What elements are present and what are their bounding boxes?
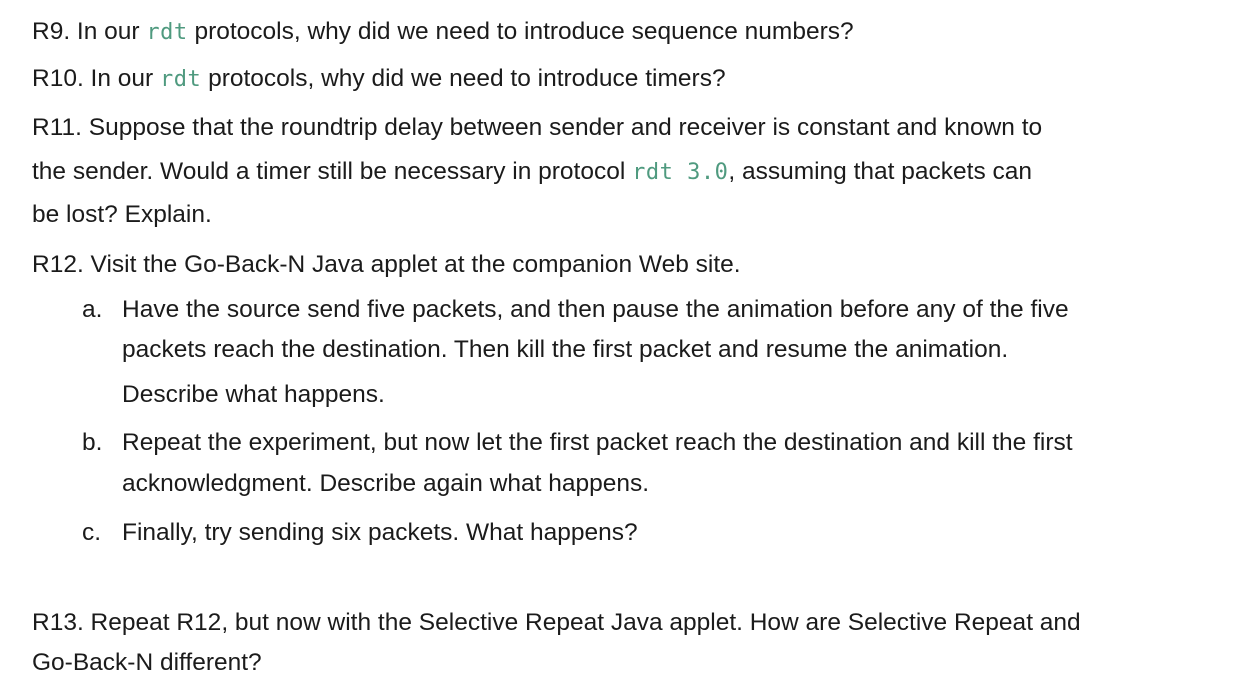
list-item-a-line-2: packets reach the destination. Then kill… [122, 336, 1009, 363]
question-r11-line-2-suffix: , assuming that packets can [728, 158, 1033, 185]
question-r13-line-1: R13. Repeat R12, but now with the Select… [32, 609, 1081, 636]
rdt-code: rdt [160, 67, 202, 92]
question-r12-intro: R12. Visit the Go-Back-N Java applet at … [32, 251, 741, 278]
list-marker-a: a. [82, 296, 103, 323]
list-item-b-line-1: Repeat the experiment, but now let the f… [122, 429, 1073, 456]
list-marker-c: c. [82, 519, 102, 546]
list-item-b-line-2: acknowledgment. Describe again what happ… [122, 470, 650, 497]
question-r11-line-2-prefix: the sender. Would a timer still be neces… [32, 158, 633, 185]
question-r11-line-3: be lost? Explain. [32, 201, 212, 228]
question-r9-prefix: R9. In our [32, 18, 147, 45]
question-r10: R10. In our rdt protocols, why did we ne… [32, 65, 726, 92]
rdt-3-0-code: rdt 3.0 [632, 160, 729, 185]
question-r10-text: protocols, why did we need to introduce … [201, 65, 726, 92]
list-item-a-line-1: Have the source send five packets, and t… [122, 296, 1069, 323]
question-r11-line-2: the sender. Would a timer still be neces… [32, 158, 1033, 185]
question-r10-prefix: R10. In our [32, 65, 161, 92]
question-r9: R9. In our rdt protocols, why did we nee… [32, 18, 854, 45]
rdt-code: rdt [146, 20, 188, 45]
question-r9-text: protocols, why did we need to introduce … [187, 18, 854, 45]
list-marker-b: b. [82, 429, 103, 456]
list-item-c-line-1: Finally, try sending six packets. What h… [122, 519, 638, 546]
question-r13-line-2: Go-Back-N different? [32, 649, 262, 676]
list-item-a-line-3: Describe what happens. [122, 381, 385, 408]
question-r11-line-1: R11. Suppose that the roundtrip delay be… [32, 114, 1043, 141]
